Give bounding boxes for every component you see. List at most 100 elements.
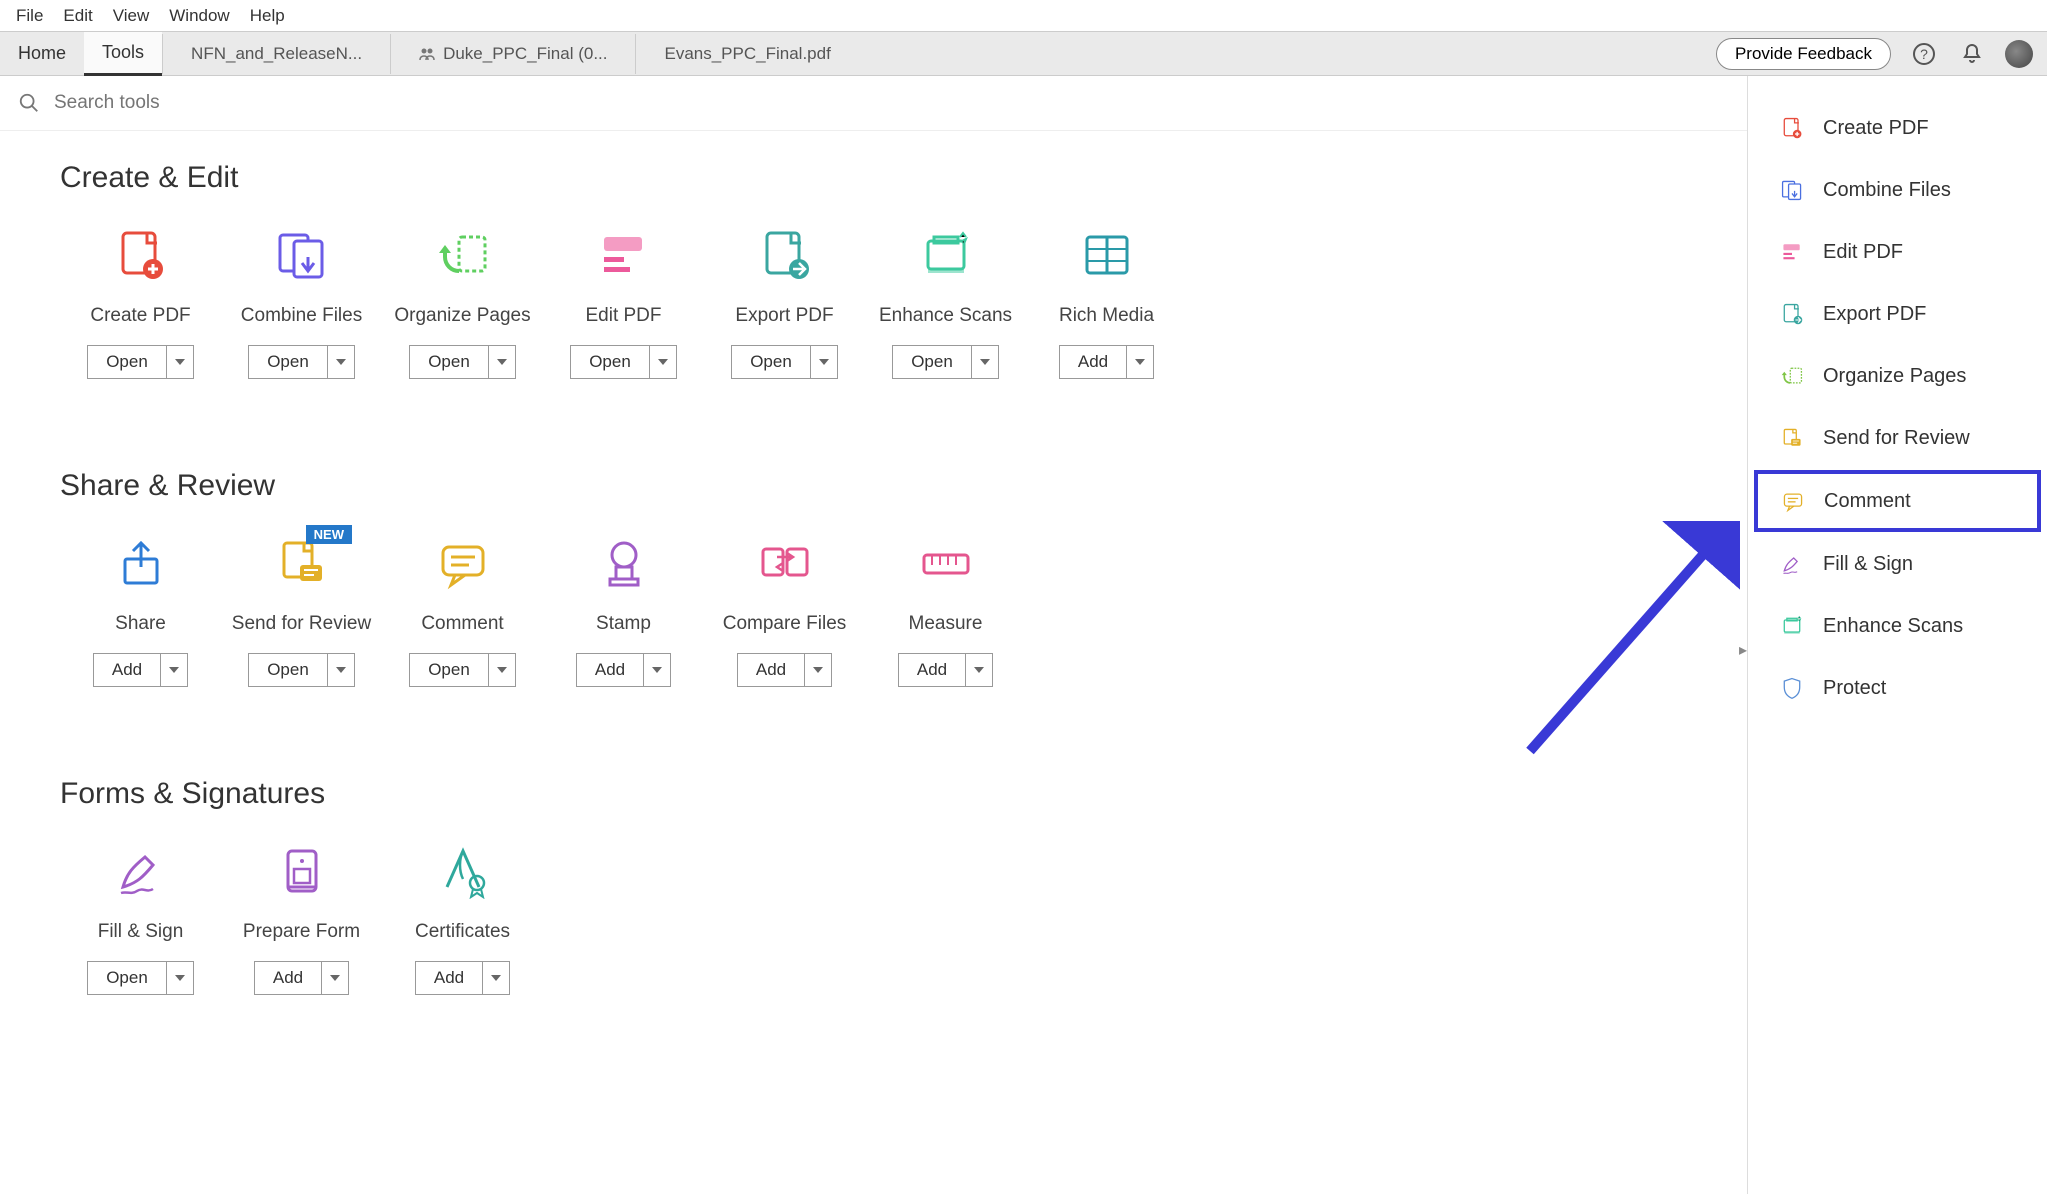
tool-action-button[interactable]: Open [87,961,166,995]
export-pdf-icon [753,223,817,287]
tool-action-button[interactable]: Open [409,345,488,379]
stamp-icon [592,531,656,595]
right-panel-label: Create PDF [1823,117,1929,140]
create-pdf-icon [109,223,173,287]
menu-view[interactable]: View [103,2,160,30]
enhance-scans-icon [914,223,978,287]
tool-action-button[interactable]: Add [415,961,482,995]
tool-action-dropdown[interactable] [160,653,188,687]
right-panel-item-comment[interactable]: Comment [1754,470,2041,532]
tool-action-dropdown[interactable] [166,961,194,995]
create-pdf-icon [1779,115,1805,141]
tool-card-stamp: Stamp Add [543,531,704,687]
document-tab[interactable]: NFN_and_ReleaseN... [162,34,390,74]
tool-action-dropdown[interactable] [1126,345,1154,379]
provide-feedback-button[interactable]: Provide Feedback [1716,38,1891,70]
tools-scroll-area[interactable]: Create & EditCreate PDFOpenCombine Files… [0,131,1747,1194]
tool-action-dropdown[interactable] [804,653,832,687]
tool-card-measure: Measure Add [865,531,1026,687]
tool-action-dropdown[interactable] [649,345,677,379]
user-avatar[interactable] [2005,40,2033,68]
tool-action-dropdown[interactable] [327,345,355,379]
panel-expand-handle[interactable]: ▸ [1738,635,1748,665]
tool-action-button[interactable]: Add [254,961,321,995]
tool-action-dropdown[interactable] [327,653,355,687]
search-bar [0,76,1747,131]
document-tab-label: Evans_PPC_Final.pdf [664,44,830,64]
search-input[interactable] [54,92,1729,114]
right-panel-item-enhance-scans[interactable]: Enhance Scans [1754,596,2041,656]
right-tools-panel: ▸ Create PDFCombine FilesEdit PDFExport … [1747,76,2047,1194]
tab-tools[interactable]: Tools [84,32,162,76]
document-tab[interactable]: Duke_PPC_Final (0... [390,34,635,74]
tool-action-dropdown[interactable] [971,345,999,379]
tool-action-dropdown[interactable] [482,961,510,995]
tool-action-button[interactable]: Open [731,345,810,379]
tool-card-combine-files: Combine FilesOpen [221,223,382,379]
menu-edit[interactable]: Edit [53,2,102,30]
tool-label: Stamp [596,613,651,635]
tool-action-dropdown[interactable] [810,345,838,379]
document-tab-label: NFN_and_ReleaseN... [191,44,362,64]
tool-action-button[interactable]: Add [737,653,804,687]
menu-help[interactable]: Help [240,2,295,30]
section-title: Forms & Signatures [60,777,1687,811]
help-icon[interactable]: ? [1909,39,1939,69]
tool-label: Export PDF [735,305,833,327]
tool-card-prepare-form: Prepare FormAdd [221,839,382,995]
tool-card-comment: CommentOpen [382,531,543,687]
tool-action-dropdown[interactable] [488,345,516,379]
tool-action-button[interactable]: Add [93,653,160,687]
menu-window[interactable]: Window [159,2,239,30]
tool-label: Edit PDF [585,305,661,327]
tool-action-button[interactable]: Open [248,345,327,379]
tool-label: Enhance Scans [879,305,1012,327]
tool-action-dropdown[interactable] [965,653,993,687]
tool-label: Share [115,613,166,635]
tool-action-button[interactable]: Open [248,653,327,687]
rich-media-icon [1075,223,1139,287]
tool-action-button[interactable]: Add [576,653,643,687]
right-panel-label: Send for Review [1823,427,1970,450]
notifications-icon[interactable] [1957,39,1987,69]
tool-action-dropdown[interactable] [321,961,349,995]
tool-action-button[interactable]: Open [409,653,488,687]
tool-action-dropdown[interactable] [166,345,194,379]
document-tab-label: Duke_PPC_Final (0... [443,44,607,64]
right-panel-item-combine-files[interactable]: Combine Files [1754,160,2041,220]
tool-action-button[interactable]: Add [1059,345,1126,379]
right-panel-label: Enhance Scans [1823,615,1963,638]
tool-action-button[interactable]: Open [87,345,166,379]
right-panel-label: Protect [1823,677,1886,700]
right-panel-item-export-pdf[interactable]: Export PDF [1754,284,2041,344]
right-panel-item-protect[interactable]: Protect [1754,658,2041,718]
right-panel-item-send-review[interactable]: Send for Review [1754,408,2041,468]
tab-home[interactable]: Home [0,33,84,74]
combine-files-icon [1779,177,1805,203]
tool-action-button[interactable]: Add [898,653,965,687]
measure-icon [914,531,978,595]
tool-action-dropdown[interactable] [488,653,516,687]
tool-label: Certificates [415,921,510,943]
document-tab[interactable]: Evans_PPC_Final.pdf [635,34,858,74]
tool-label: Organize Pages [394,305,530,327]
tool-label: Measure [909,613,983,635]
right-panel-item-create-pdf[interactable]: Create PDF [1754,98,2041,158]
menubar: File Edit View Window Help [0,0,2047,32]
right-panel-item-edit-pdf[interactable]: Edit PDF [1754,222,2041,282]
section-title: Share & Review [60,469,1687,503]
right-panel-item-fill-sign[interactable]: Fill & Sign [1754,534,2041,594]
export-pdf-icon [1779,301,1805,327]
tool-action-button[interactable]: Open [570,345,649,379]
right-panel-label: Fill & Sign [1823,553,1913,576]
tool-action-button[interactable]: Open [892,345,971,379]
comment-icon [431,531,495,595]
menu-file[interactable]: File [6,2,53,30]
tool-label: Rich Media [1059,305,1154,327]
right-panel-label: Export PDF [1823,303,1926,326]
tool-action-dropdown[interactable] [643,653,671,687]
right-panel-item-organize-pages[interactable]: Organize Pages [1754,346,2041,406]
send-review-icon [1779,425,1805,451]
organize-pages-icon [431,223,495,287]
tool-card-send-review: NEWSend for ReviewOpen [221,531,382,687]
